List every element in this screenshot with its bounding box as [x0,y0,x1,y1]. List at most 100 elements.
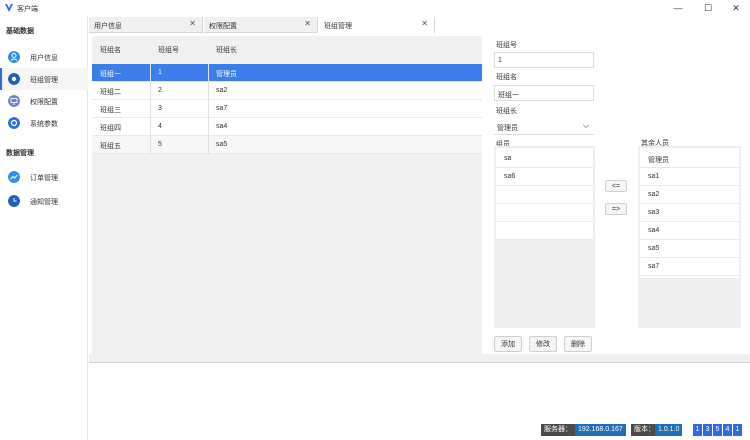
cell-team-no: 1 [158,69,162,76]
edit-button[interactable]: 修改 [529,336,557,352]
person-name: sa3 [648,209,660,216]
monitor-icon [8,95,20,107]
tab-close-icon[interactable]: ✕ [421,19,428,28]
team-table: 班组名 班组号 班组长 班组一 1 管理员 班组二 2 sa2 班组三 3 sa… [92,36,482,354]
cell-leader: 管理员 [216,71,237,78]
cell-team-no: 3 [158,105,162,112]
sidebar-item-permission-config[interactable]: 权限配置 [0,90,88,112]
tab-label: 权限配置 [209,23,237,30]
list-item[interactable]: sa6 [496,168,593,186]
page-indicator[interactable]: 3 [703,424,712,436]
sidebar-item-label: 系统参数 [30,121,58,128]
table-row[interactable]: 班组三 3 sa7 [92,100,482,118]
cell-leader: sa7 [216,105,228,112]
person-name: sa1 [648,173,660,180]
tab-permission-config[interactable]: 权限配置 ✕ [204,17,318,33]
column-header-leader[interactable]: 班组长 [216,45,237,55]
column-header-team-no[interactable]: 班组号 [158,45,179,55]
leader-select[interactable]: 管理员 [494,119,594,135]
table-row[interactable]: 班组一 1 管理员 [92,64,482,82]
sidebar-item-system-params[interactable]: 系统参数 [0,112,88,134]
cell-team-name: 班组四 [100,125,121,132]
panel-splitter[interactable] [89,354,750,362]
list-item[interactable]: sa [496,150,593,168]
server-label: 服务器： [541,424,575,436]
table-row[interactable]: 班组五 5 sa5 [92,136,482,154]
sidebar-item-notice-management[interactable]: 通知管理 [0,190,88,212]
cell-leader: sa2 [216,87,228,94]
app-window: 客户端 — ☐ ✕ 基础数据 用户信息 班组管理 权限配置 系统参数 数据管理 … [0,0,750,440]
column-divider [208,136,209,154]
team-no-input[interactable]: 1 [494,52,594,68]
column-divider [150,118,151,136]
leader-label: 班组长 [496,108,517,115]
column-header-team-name[interactable]: 班组名 [100,45,121,55]
maximize-button[interactable]: ☐ [694,0,722,16]
page-indicator[interactable]: 1 [733,424,742,436]
members-list[interactable]: sa sa6 [494,146,595,328]
list-item[interactable]: sa4 [640,222,739,240]
delete-button[interactable]: 删除 [564,336,592,352]
sidebar-item-order-management[interactable]: 订单管理 [0,166,88,188]
list-item[interactable]: sa5 [640,240,739,258]
team-name-value: 班组一 [498,92,519,99]
sidebar: 基础数据 用户信息 班组管理 权限配置 系统参数 数据管理 订单管理 通知管理 [0,16,88,440]
list-item-empty [496,204,593,222]
cell-team-no: 5 [158,141,162,148]
sidebar-item-label: 订单管理 [30,175,58,182]
cell-team-name: 班组二 [100,89,121,96]
tab-close-icon[interactable]: ✕ [189,19,196,28]
version-label: 版本： [631,424,658,436]
page-indicator[interactable]: 1 [693,424,702,436]
list-item[interactable]: sa3 [640,204,739,222]
person-name: 管理员 [648,157,669,164]
sidebar-item-label: 通知管理 [30,199,58,206]
sidebar-group-title: 基础数据 [6,28,34,35]
leader-value: 管理员 [497,125,518,132]
tab-close-icon[interactable]: ✕ [304,19,311,28]
page-indicator[interactable]: 5 [713,424,722,436]
sidebar-item-team-management[interactable]: 班组管理 [0,68,88,90]
tab-label: 用户信息 [94,23,122,30]
list-item[interactable]: sa1 [640,168,739,186]
page-indicator[interactable]: 4 [723,424,732,436]
table-header: 班组名 班组号 班组长 [92,36,482,64]
member-name: sa6 [504,173,516,180]
clock-icon [8,195,20,207]
list-item[interactable]: 管理员 [640,150,739,168]
user-icon [8,51,20,63]
gear-icon [8,117,20,129]
sidebar-item-user-info[interactable]: 用户信息 [0,46,88,68]
tab-label: 班组管理 [324,23,352,30]
column-divider [208,100,209,118]
minimize-button[interactable]: — [664,0,692,16]
table-row[interactable]: 班组二 2 sa2 [92,82,482,100]
column-divider [208,82,209,100]
others-list[interactable]: 管理员 sa1 sa2 sa3 sa4 sa5 sa7 [638,146,741,328]
sidebar-item-label: 权限配置 [30,99,58,106]
list-item[interactable]: sa7 [640,258,739,276]
table-row[interactable]: 班组四 4 sa4 [92,118,482,136]
app-logo-icon [5,4,13,12]
cell-leader: sa4 [216,123,228,130]
move-left-button[interactable]: <= [605,180,627,192]
version-value: 1.0.1.0 [655,424,683,436]
list-item[interactable]: sa2 [640,186,739,204]
close-button[interactable]: ✕ [722,0,750,16]
person-name: sa2 [648,191,660,198]
team-icon [8,73,20,85]
team-name-input[interactable]: 班组一 [494,85,594,101]
cell-team-name: 班组五 [100,143,121,150]
app-title: 客户端 [17,6,38,13]
tab-user-info[interactable]: 用户信息 ✕ [89,17,203,33]
chevron-down-icon [582,124,590,129]
bottom-panel [89,362,750,418]
others-list-inner: 管理员 sa1 sa2 sa3 sa4 sa5 sa7 [640,148,739,278]
add-button[interactable]: 添加 [494,336,522,352]
move-right-button[interactable]: => [605,203,627,215]
person-name: sa7 [648,263,660,270]
cell-leader: sa5 [216,141,228,148]
list-item-empty [496,186,593,204]
team-name-label: 班组名 [496,74,517,81]
tab-team-management[interactable]: 班组管理 ✕ [319,17,435,33]
